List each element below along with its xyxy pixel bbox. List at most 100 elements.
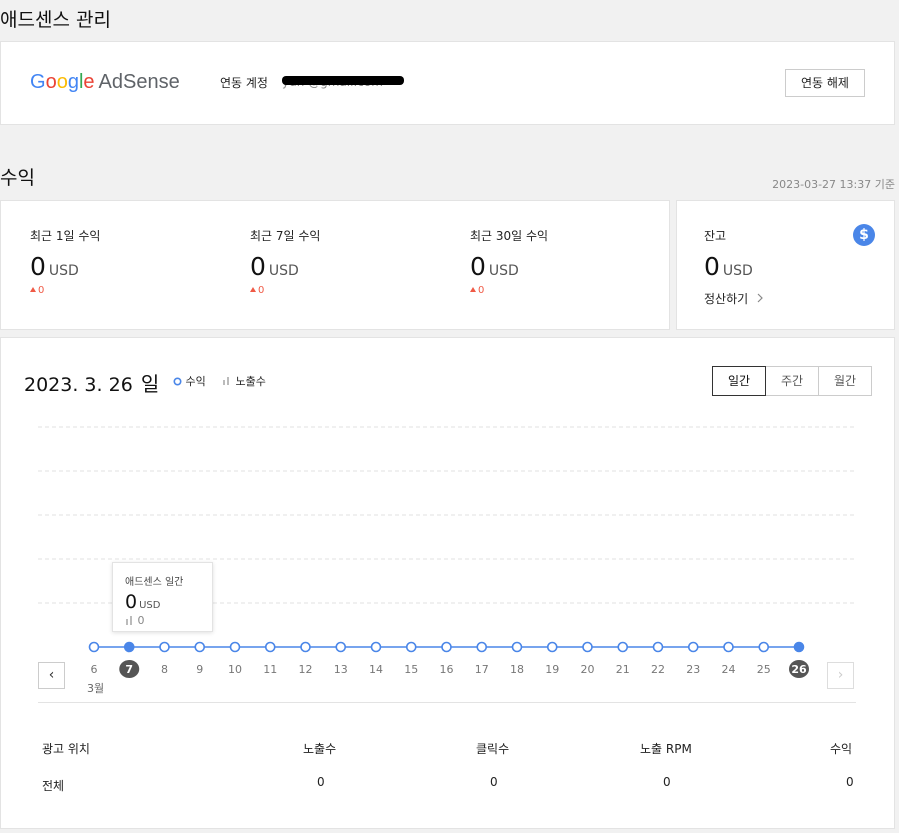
next-period-button[interactable]: › bbox=[827, 662, 854, 689]
x-tick-label: 21 bbox=[616, 663, 630, 676]
google-wordmark: Google bbox=[30, 71, 95, 93]
data-point bbox=[687, 641, 699, 653]
stat-delta: 0 bbox=[470, 285, 548, 296]
data-point bbox=[335, 641, 347, 653]
stat-value: 0 bbox=[250, 252, 266, 281]
data-point bbox=[441, 641, 452, 653]
x-tick-label: 9 bbox=[196, 663, 203, 676]
adsense-wordmark: AdSense bbox=[98, 71, 180, 93]
stat-label: 최근 1일 수익 bbox=[30, 229, 101, 243]
x-tick-label: 8 bbox=[161, 663, 168, 676]
google-letter: e bbox=[83, 71, 95, 93]
row-revenue: 0 bbox=[846, 775, 854, 789]
x-tick-label: 13 bbox=[334, 663, 348, 676]
tab-monthly[interactable]: 월간 bbox=[818, 366, 872, 396]
data-point bbox=[511, 641, 523, 653]
stat-1day: 최근 1일 수익 0 USD 0 bbox=[30, 227, 100, 296]
data-point bbox=[758, 641, 770, 653]
chevron-right-icon bbox=[757, 293, 763, 303]
revenue-legend-icon bbox=[173, 377, 182, 386]
stat-delta: 0 bbox=[30, 285, 100, 296]
data-point bbox=[405, 641, 417, 653]
data-point bbox=[476, 641, 488, 653]
x-tick-label: 26 bbox=[791, 663, 807, 676]
x-tick-label: 19 bbox=[545, 663, 559, 676]
x-tick-label: 20 bbox=[581, 663, 595, 676]
stat-unit: USD bbox=[268, 263, 299, 279]
data-point bbox=[793, 641, 805, 653]
x-tick-label: 17 bbox=[475, 663, 489, 676]
data-point bbox=[88, 641, 100, 653]
data-point bbox=[546, 641, 558, 653]
x-tick-label: 7 bbox=[125, 663, 133, 676]
google-adsense-logo: Google AdSense bbox=[30, 71, 180, 94]
x-tick-label: 12 bbox=[299, 663, 313, 676]
data-point bbox=[159, 641, 170, 653]
row-clicks: 0 bbox=[490, 775, 498, 789]
increase-arrow-icon bbox=[250, 287, 256, 292]
tooltip-title: 애드센스 일간 bbox=[125, 577, 184, 588]
data-point bbox=[582, 641, 593, 653]
google-letter: G bbox=[30, 71, 46, 93]
revenue-line-chart: 6 7 8 9 10 11 12 13 14 15 16 17 18 19 20 21 22 23 24 25 26 bbox=[38, 426, 856, 678]
chevron-left-icon: ‹ bbox=[48, 667, 55, 683]
stat-value: 0 bbox=[470, 252, 486, 281]
legend-revenue: 수익 bbox=[173, 373, 206, 389]
x-tick-label: 16 bbox=[440, 663, 454, 676]
stat-unit: USD bbox=[48, 263, 79, 279]
email-redaction-mark bbox=[282, 76, 404, 85]
x-tick-label: 22 bbox=[651, 663, 665, 676]
data-point bbox=[229, 641, 241, 653]
table-divider bbox=[38, 702, 856, 703]
revenue-timestamp: 2023-03-27 13:37 기준 bbox=[772, 178, 895, 191]
x-tick-label: 15 bbox=[404, 663, 418, 676]
data-point bbox=[723, 641, 734, 653]
bar-icon bbox=[126, 616, 132, 625]
bar-legend-icon bbox=[223, 377, 229, 385]
x-tick-label: 23 bbox=[686, 663, 700, 676]
tooltip-value-row: 0 USD bbox=[125, 591, 160, 613]
chart-tooltip: 애드센스 일간 0 USD 0 bbox=[112, 562, 213, 632]
data-point bbox=[264, 641, 276, 653]
tab-daily[interactable]: 일간 bbox=[712, 366, 766, 396]
stat-label: 최근 30일 수익 bbox=[470, 229, 549, 243]
chart-date: 2023. 3. 26 일 bbox=[24, 372, 160, 396]
th-rpm: 노출 RPM bbox=[640, 742, 692, 756]
x-tick-label: 10 bbox=[228, 663, 242, 676]
balance-label: 잔고 bbox=[704, 229, 727, 243]
data-point bbox=[370, 641, 382, 653]
balance-value: 0 bbox=[704, 252, 720, 281]
revenue-section-title: 수익 bbox=[0, 167, 35, 189]
tab-weekly[interactable]: 주간 bbox=[765, 366, 819, 396]
x-tick-label: 25 bbox=[757, 663, 771, 676]
x-tick-label: 18 bbox=[510, 663, 524, 676]
recent-revenue-card bbox=[0, 200, 670, 330]
unlink-button[interactable]: 연동 해제 bbox=[785, 69, 865, 97]
row-impressions: 0 bbox=[317, 775, 325, 789]
th-impressions: 노출수 bbox=[303, 742, 337, 756]
increase-arrow-icon bbox=[30, 287, 36, 292]
linked-account-label: 연동 계정 bbox=[220, 76, 268, 90]
data-point bbox=[123, 641, 135, 653]
prev-period-button[interactable]: ‹ bbox=[38, 662, 65, 689]
page-title: 애드센스 관리 bbox=[0, 9, 111, 31]
balance-block: 잔고 0 USD bbox=[704, 227, 753, 281]
google-letter: o bbox=[45, 71, 57, 93]
data-point bbox=[617, 641, 629, 653]
dollar-icon: $ bbox=[853, 224, 875, 246]
row-position: 전체 bbox=[42, 779, 65, 793]
stat-label: 최근 7일 수익 bbox=[250, 229, 321, 243]
x-tick-label: 11 bbox=[263, 663, 277, 676]
stat-unit: USD bbox=[488, 263, 519, 279]
row-rpm: 0 bbox=[663, 775, 671, 789]
balance-unit: USD bbox=[722, 263, 753, 279]
google-letter: g bbox=[67, 71, 79, 93]
stat-30day: 최근 30일 수익 0 USD 0 bbox=[470, 227, 548, 296]
chevron-right-icon: › bbox=[837, 667, 844, 683]
settle-link[interactable]: 정산하기 bbox=[704, 290, 764, 307]
th-clicks: 클릭수 bbox=[476, 742, 510, 756]
legend-impressions: 노출수 bbox=[222, 373, 266, 389]
tooltip-unit: USD bbox=[139, 600, 161, 611]
stat-value: 0 bbox=[30, 252, 46, 281]
data-point bbox=[194, 641, 206, 653]
